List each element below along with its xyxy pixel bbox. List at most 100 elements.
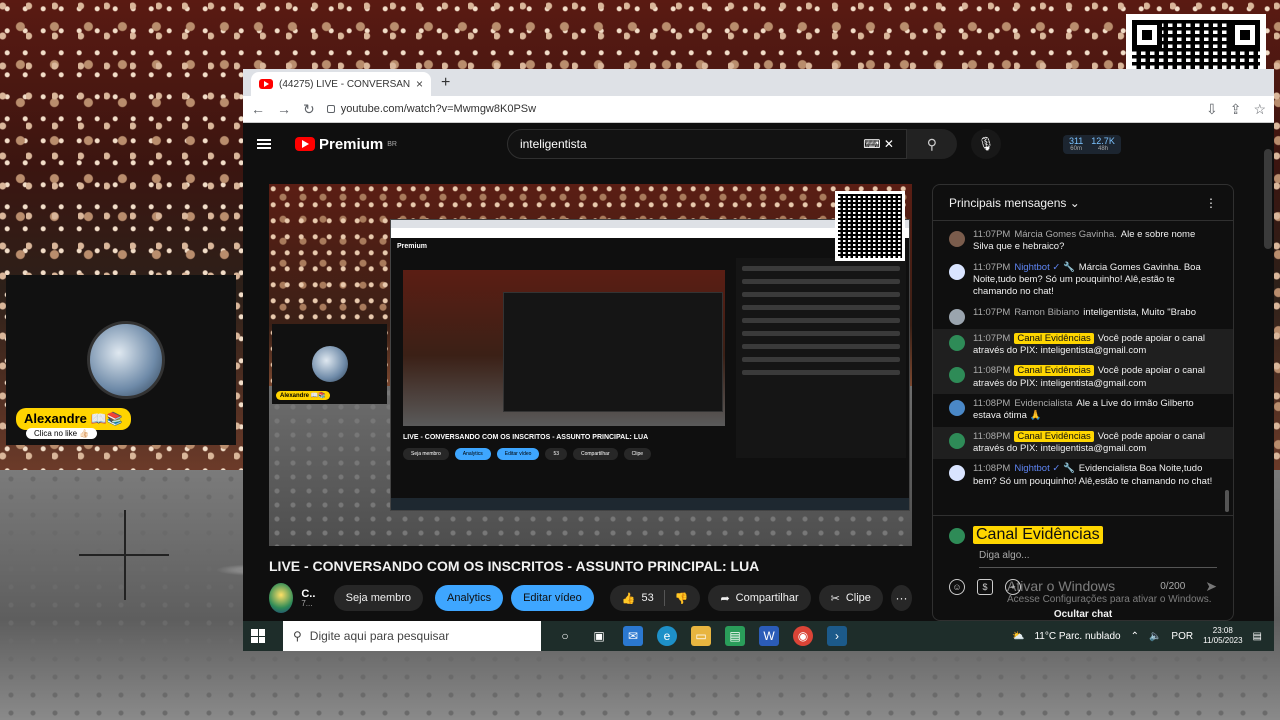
browser-tab[interactable]: (44275) LIVE - CONVERSANDO C × (251, 72, 431, 96)
url-text: youtube.com/watch?v=Mwmgw8K0PSw (340, 103, 537, 115)
youtube-premium-logo[interactable]: Premium BR (295, 136, 397, 153)
like-dislike-button[interactable]: 👍 53 👎 (609, 585, 701, 611)
chat-message-body: 11:07PM Márcia Gomes Gavinha. Ale e sobre … (973, 229, 1217, 254)
clip-button[interactable]: ✂ Clipe (818, 585, 883, 611)
channel-name: C.. (301, 587, 316, 600)
chat-timestamp: 11:08PM (973, 430, 1011, 442)
clip-label: Clipe (845, 592, 871, 604)
channel-avatar[interactable] (269, 583, 294, 613)
search-icon: ⚲ (926, 135, 938, 152)
volume-icon[interactable]: 🔈 (1149, 631, 1161, 642)
clear-search-icon[interactable]: ⌨ ✕ (863, 137, 894, 151)
chat-mode-dropdown[interactable]: Principais mensagens ⌄ (949, 196, 1080, 210)
edge-icon[interactable]: e (657, 626, 677, 646)
edit-video-button[interactable]: Editar vídeo (511, 585, 594, 611)
thumbs-up-icon[interactable]: 👍 (622, 592, 636, 605)
chat-author-name: Nightbot ✓ 🔧 (1014, 463, 1075, 475)
input-author-avatar (949, 528, 965, 544)
video-actions-row: C.. 7... Seja membro Analytics Editar ví… (269, 582, 912, 614)
nested-video-title: LIVE - CONVERSANDO COM OS INSCRITOS - AS… (403, 434, 649, 441)
super-chat-icon[interactable]: $ (977, 578, 993, 595)
nested-button: 53 (545, 448, 567, 460)
chat-message-body: 11:08PM Canal Evidências Você pode apoiar … (973, 365, 1217, 390)
join-button[interactable]: Seja membro (333, 585, 424, 611)
install-icon[interactable]: ⇩ (1206, 101, 1218, 118)
taskbar-search-input[interactable]: ⚲ Digite aqui para pesquisar (283, 621, 541, 651)
share-label: Compartilhar (735, 592, 799, 604)
thumbs-down-icon[interactable]: 👎 (675, 592, 689, 605)
nested-stream-screenshot: Premium LIVE - CONVERSANDO COM OS INSCRI… (390, 219, 910, 511)
file-explorer-icon[interactable]: ▭ (691, 626, 711, 646)
youtube-favicon-icon (259, 79, 273, 89)
chat-message[interactable]: 11:07PM Ramon Bibiano inteligentista, Muit… (933, 303, 1233, 329)
store-icon[interactable]: ▤ (725, 626, 745, 646)
language-indicator[interactable]: POR (1171, 631, 1193, 642)
weather-icon[interactable]: ⛅ (1012, 631, 1024, 642)
nested-name-badge: Alexandre 📖📚 (276, 391, 330, 400)
chat-author-avatar (949, 334, 965, 351)
logo-text: Premium (319, 135, 384, 153)
tray-chevron-icon[interactable]: ⌃ (1131, 631, 1139, 642)
search-input[interactable]: inteligentista ⌨ ✕ (506, 129, 907, 159)
streamer-name-badge: Alexandre 📖📚 (16, 408, 131, 430)
chat-message[interactable]: 11:08PM Evidencialista Ale a Live do irmão… (933, 394, 1233, 427)
back-icon[interactable]: ← (251, 101, 265, 117)
chat-message[interactable]: 11:08PM Nightbot ✓ 🔧 Evidencialista Boa No… (933, 459, 1233, 492)
share-icon[interactable]: ⇪ (1230, 101, 1242, 118)
like-reminder-badge: Clica no like 👍🏻 (26, 428, 98, 439)
chat-scrollbar[interactable] (1225, 490, 1229, 512)
clock[interactable]: 23:08 11/05/2023 (1203, 626, 1242, 647)
share-arrow-icon: ➦ (720, 592, 730, 605)
emoji-icon[interactable]: ☺ (949, 578, 965, 595)
hide-chat-button[interactable]: Ocultar chat (932, 609, 1234, 620)
hamburger-menu-icon[interactable] (257, 139, 271, 149)
chat-author-name: Ramon Bibiano (1014, 306, 1080, 318)
url-field[interactable]: youtube.com/watch?v=Mwmgw8K0PSw (326, 103, 1194, 115)
nested-avatar (312, 346, 348, 382)
chat-author-avatar (949, 231, 965, 247)
forward-icon[interactable]: → (277, 101, 291, 117)
video-player[interactable]: Alexandre 📖📚 Premium LIVE - CONVERSANDO … (269, 184, 912, 546)
chat-author-avatar (949, 308, 965, 325)
notifications-icon[interactable]: ▤ (1253, 631, 1262, 642)
chat-author-name: Márcia Gomes Gavinha. (1014, 229, 1117, 240)
search-button[interactable]: ⚲ (906, 129, 957, 159)
new-tab-button[interactable]: + (441, 74, 450, 92)
voice-search-icon[interactable]: 🎙 (970, 129, 1001, 159)
lock-icon (326, 105, 335, 113)
chat-author-name: Canal Evidências (1014, 430, 1094, 442)
chat-timestamp: 11:08PM (973, 463, 1011, 475)
chat-more-icon[interactable]: ⋮ (1205, 196, 1217, 210)
like-count: 53 (641, 592, 654, 604)
chat-message[interactable]: 11:08PM Canal Evidências Você pode apoiar … (933, 426, 1233, 460)
chat-message[interactable]: 11:08PM Canal Evidências Você pode apoiar … (933, 361, 1233, 395)
chat-message[interactable]: 11:07PM Canal Evidências Você pode apoiar … (933, 328, 1233, 362)
chat-message[interactable]: 11:07PM Nightbot ✓ 🔧 Márcia Gomes Gavinha.… (933, 258, 1233, 303)
analytics-button[interactable]: Analytics (435, 585, 504, 611)
close-tab-icon[interactable]: × (416, 77, 423, 91)
channel-info[interactable]: C.. 7... (301, 588, 325, 609)
task-view-icon[interactable]: ▣ (589, 626, 609, 646)
bookmark-star-icon[interactable]: ☆ (1253, 101, 1266, 118)
word-icon[interactable]: W (759, 626, 779, 646)
page-scrollbar[interactable] (1264, 149, 1272, 249)
terminal-app-icon[interactable]: › (827, 626, 847, 646)
windows-start-icon[interactable] (251, 629, 265, 643)
nested-button: Editar vídeo (496, 448, 540, 460)
mail-icon[interactable]: ✉ (623, 626, 643, 646)
live-stats-widget: 311 60m 12.7K 48h (1062, 134, 1121, 154)
tab-title: (44275) LIVE - CONVERSANDO C (279, 78, 410, 90)
reload-icon[interactable]: ↻ (303, 101, 315, 118)
nested-video (403, 270, 725, 426)
chrome-icon[interactable]: ◉ (793, 626, 813, 646)
streamer-avatar (87, 321, 165, 399)
share-button[interactable]: ➦ Compartilhar (708, 585, 811, 611)
weather-text[interactable]: 11°C Parc. nublado (1034, 631, 1120, 642)
chat-message-input[interactable]: Diga algo... (979, 550, 1217, 568)
tab-strip: (44275) LIVE - CONVERSANDO C × + (243, 69, 1274, 96)
nested-button: Clipe (623, 448, 652, 460)
nested-video-recursion (503, 292, 723, 412)
cortana-icon[interactable]: ○ (555, 626, 575, 646)
chat-message[interactable]: 11:07PM Márcia Gomes Gavinha. Ale e sobre … (933, 225, 1233, 258)
more-actions-button[interactable]: ··· (890, 585, 912, 611)
